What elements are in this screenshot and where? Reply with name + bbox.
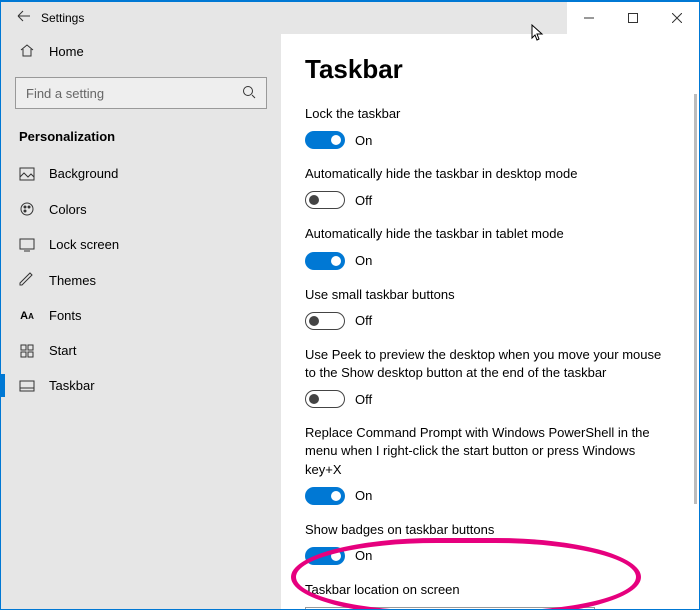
themes-icon bbox=[19, 272, 35, 288]
taskbar-icon bbox=[19, 380, 35, 392]
sidebar: Home Find a setting Personalization Back… bbox=[1, 34, 281, 609]
window-controls bbox=[567, 2, 699, 34]
window-title: Settings bbox=[33, 11, 84, 25]
setting-autohide-desktop: Automatically hide the taskbar in deskto… bbox=[305, 165, 689, 209]
toggle-state: Off bbox=[355, 392, 372, 407]
category-label: Personalization bbox=[15, 129, 267, 156]
sidebar-item-themes[interactable]: Themes bbox=[15, 262, 267, 298]
picture-icon bbox=[19, 167, 35, 181]
home-nav[interactable]: Home bbox=[15, 34, 267, 77]
setting-label: Replace Command Prompt with Windows Powe… bbox=[305, 424, 665, 479]
setting-label: Use small taskbar buttons bbox=[305, 286, 689, 304]
home-label: Home bbox=[49, 44, 84, 59]
setting-small-buttons: Use small taskbar buttons Off bbox=[305, 286, 689, 330]
toggle-state: Off bbox=[355, 313, 372, 328]
setting-label: Show badges on taskbar buttons bbox=[305, 521, 689, 539]
toggle-autohide-desktop[interactable] bbox=[305, 191, 345, 209]
toggle-autohide-tablet[interactable] bbox=[305, 252, 345, 270]
lockscreen-icon bbox=[19, 238, 35, 252]
toggle-state: On bbox=[355, 488, 372, 503]
toggle-small-buttons[interactable] bbox=[305, 312, 345, 330]
page-title: Taskbar bbox=[305, 54, 689, 85]
sidebar-item-label: Lock screen bbox=[49, 237, 119, 252]
scrollbar[interactable] bbox=[694, 94, 697, 504]
setting-peek: Use Peek to preview the desktop when you… bbox=[305, 346, 689, 408]
setting-label: Use Peek to preview the desktop when you… bbox=[305, 346, 665, 382]
setting-badges: Show badges on taskbar buttons On bbox=[305, 521, 689, 565]
sidebar-item-colors[interactable]: Colors bbox=[15, 191, 267, 227]
toggle-powershell[interactable] bbox=[305, 487, 345, 505]
search-placeholder: Find a setting bbox=[26, 86, 104, 101]
setting-label: Lock the taskbar bbox=[305, 105, 689, 123]
toggle-state: Off bbox=[355, 193, 372, 208]
fonts-icon: AA bbox=[19, 310, 35, 322]
sidebar-item-label: Start bbox=[49, 343, 76, 358]
start-icon bbox=[19, 344, 35, 358]
setting-autohide-tablet: Automatically hide the taskbar in tablet… bbox=[305, 225, 689, 269]
toggle-peek[interactable] bbox=[305, 390, 345, 408]
sidebar-item-label: Taskbar bbox=[49, 378, 95, 393]
sidebar-item-start[interactable]: Start bbox=[15, 333, 267, 368]
sidebar-item-background[interactable]: Background bbox=[15, 156, 267, 191]
home-icon bbox=[19, 42, 35, 61]
palette-icon bbox=[19, 201, 35, 217]
sidebar-item-lockscreen[interactable]: Lock screen bbox=[15, 227, 267, 262]
search-input[interactable]: Find a setting bbox=[15, 77, 267, 109]
sidebar-item-label: Background bbox=[49, 166, 118, 181]
setting-lock-taskbar: Lock the taskbar On bbox=[305, 105, 689, 149]
maximize-button[interactable] bbox=[611, 2, 655, 34]
toggle-state: On bbox=[355, 548, 372, 563]
setting-location: Taskbar location on screen Bottom bbox=[305, 581, 689, 609]
setting-powershell: Replace Command Prompt with Windows Powe… bbox=[305, 424, 689, 505]
sidebar-item-fonts[interactable]: AA Fonts bbox=[15, 298, 267, 333]
sidebar-item-label: Colors bbox=[49, 202, 87, 217]
setting-label: Automatically hide the taskbar in tablet… bbox=[305, 225, 689, 243]
back-button[interactable] bbox=[1, 9, 33, 28]
sidebar-item-taskbar[interactable]: Taskbar bbox=[15, 368, 267, 403]
toggle-state: On bbox=[355, 253, 372, 268]
sidebar-item-label: Themes bbox=[49, 273, 96, 288]
taskbar-location-dropdown[interactable]: Bottom bbox=[305, 607, 595, 609]
sidebar-item-label: Fonts bbox=[49, 308, 82, 323]
titlebar: Settings bbox=[1, 2, 699, 34]
main-panel: Taskbar Lock the taskbar On Automaticall… bbox=[281, 34, 699, 609]
search-icon bbox=[242, 85, 256, 102]
minimize-button[interactable] bbox=[567, 2, 611, 34]
setting-label: Taskbar location on screen bbox=[305, 581, 689, 599]
toggle-badges[interactable] bbox=[305, 547, 345, 565]
toggle-lock-taskbar[interactable] bbox=[305, 131, 345, 149]
close-button[interactable] bbox=[655, 2, 699, 34]
toggle-state: On bbox=[355, 133, 372, 148]
setting-label: Automatically hide the taskbar in deskto… bbox=[305, 165, 689, 183]
